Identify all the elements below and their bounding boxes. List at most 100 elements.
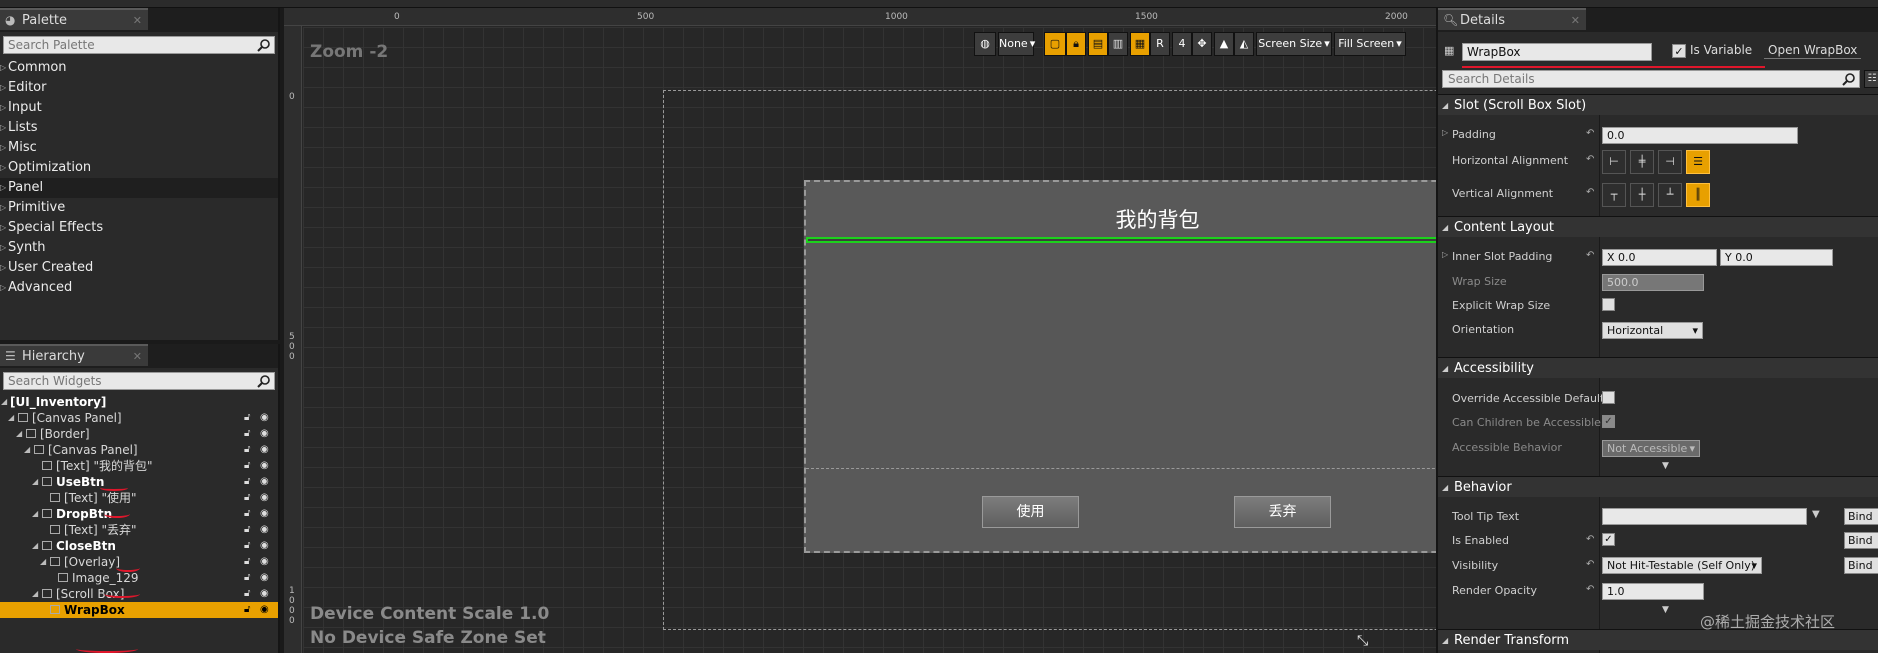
tooltip-bind-button[interactable]: Bind — [1844, 508, 1878, 525]
collapse-arrow-icon[interactable]: ◢ — [1, 397, 10, 406]
section-accessibility[interactable]: Accessibility — [1438, 357, 1878, 379]
explicit-wrap-checkbox[interactable] — [1602, 298, 1615, 311]
eye-icon[interactable]: ◉ — [260, 444, 272, 455]
collapse-arrow-icon[interactable]: ◢ — [32, 509, 41, 518]
valign-top-button[interactable]: ┬ — [1602, 183, 1626, 207]
reset-icon[interactable]: ↶ — [1586, 534, 1596, 545]
palette-search-input[interactable]: Search Palette — [3, 36, 275, 54]
advanced-expand-icon[interactable]: ▼ — [1662, 605, 1669, 615]
localization-dropdown[interactable]: None — [998, 32, 1034, 56]
tab-palette[interactable]: ◕ Palette ✕ — [0, 8, 148, 30]
fill-screen-dropdown[interactable]: Fill Screen — [1334, 32, 1406, 56]
orientation-dropdown[interactable]: Horizontal — [1602, 322, 1703, 339]
lock-icon[interactable]: 🔓︎ — [244, 460, 254, 471]
grid-size-button[interactable]: 4 — [1172, 32, 1192, 56]
close-icon[interactable]: ✕ — [133, 10, 142, 32]
align-center-button[interactable]: ╪ — [1630, 150, 1654, 174]
valign-bottom-button[interactable]: ┴ — [1658, 183, 1682, 207]
select-mode-icon[interactable]: ▢ — [1044, 32, 1066, 56]
collapse-arrow-icon[interactable]: ◢ — [8, 413, 17, 422]
tree-item[interactable]: ◢ DropBtn 🔓︎ ◉ — [0, 506, 278, 522]
eye-icon[interactable]: ◉ — [260, 524, 272, 535]
rotation-toggle-button[interactable]: R — [1150, 32, 1170, 56]
visibility-bind-button[interactable]: Bind — [1844, 557, 1878, 574]
section-slot[interactable]: Slot (Scroll Box Slot) — [1438, 94, 1878, 116]
is-enabled-checkbox[interactable]: ✓ — [1602, 533, 1615, 546]
tree-item[interactable]: ◢ [Canvas Panel] 🔓︎ ◉ — [0, 442, 278, 458]
collapse-arrow-icon[interactable]: ◢ — [16, 429, 25, 438]
section-behavior[interactable]: Behavior — [1438, 476, 1878, 498]
inner-slot-y-input[interactable]: Y 0.0 — [1720, 249, 1833, 266]
align-fill-button[interactable]: ☰ — [1686, 150, 1710, 174]
reset-icon[interactable]: ↶ — [1586, 250, 1596, 261]
eye-icon[interactable]: ◉ — [260, 556, 272, 567]
collapse-arrow-icon[interactable]: ◢ — [32, 541, 41, 550]
valign-fill-button[interactable]: ║ — [1686, 183, 1710, 207]
visibility-dropdown[interactable]: Not Hit-Testable (Self Only) — [1602, 557, 1762, 574]
tree-item[interactable]: ◢ UseBtn 🔓︎ ◉ — [0, 474, 278, 490]
reset-icon[interactable]: ↶ — [1586, 154, 1596, 165]
collapse-arrow-icon[interactable]: ◢ — [40, 557, 49, 566]
eye-icon[interactable]: ◉ — [260, 476, 272, 487]
lock-icon[interactable]: 🔓︎ — [244, 476, 254, 487]
collapse-arrow-icon[interactable]: ◢ — [32, 589, 41, 598]
tree-item[interactable]: ◢ CloseBtn 🔓︎ ◉ — [0, 538, 278, 554]
respect-locks-icon[interactable]: ▥ — [1108, 32, 1128, 56]
enabled-bind-button[interactable]: Bind — [1844, 532, 1878, 549]
eye-icon[interactable]: ◉ — [260, 508, 272, 519]
use-button[interactable]: 使用 — [982, 496, 1079, 528]
collapse-arrow-icon[interactable]: ◢ — [24, 445, 33, 454]
palette-category[interactable]: Panel — [0, 178, 278, 198]
lock-icon[interactable]: 🔓︎ — [244, 588, 254, 599]
lock-icon[interactable]: 🔓︎ — [244, 412, 254, 423]
palette-category[interactable]: Advanced — [0, 278, 278, 298]
inventory-dialog[interactable]: 我的背包 使用 丢弃 — [804, 180, 1436, 553]
drop-button[interactable]: 丢弃 — [1234, 496, 1331, 528]
render-opacity-input[interactable]: 1.0 — [1602, 583, 1704, 600]
tree-item[interactable]: ◢ [Border] 🔓︎ ◉ — [0, 426, 278, 442]
transform-icon[interactable]: ✥ — [1192, 32, 1212, 56]
palette-category[interactable]: Input — [0, 98, 278, 118]
lock-icon[interactable]: 🔓︎ — [244, 508, 254, 519]
palette-category[interactable]: Misc — [0, 138, 278, 158]
widget-name-input[interactable]: WrapBox — [1462, 43, 1652, 61]
lock-icon[interactable]: 🔓︎ — [244, 572, 254, 583]
palette-category[interactable]: Optimization — [0, 158, 278, 178]
eye-icon[interactable]: ◉ — [260, 540, 272, 551]
palette-category[interactable]: Special Effects — [0, 218, 278, 238]
lock-icon[interactable]: 🔓︎ — [244, 556, 254, 567]
lock-icon[interactable]: 🔓︎ — [244, 492, 254, 503]
scroll-box[interactable] — [806, 243, 1436, 469]
lock-icon[interactable]: 🔓︎ — [244, 524, 254, 535]
close-icon[interactable]: ✕ — [1571, 10, 1580, 32]
collapse-arrow-icon[interactable]: ◢ — [32, 477, 41, 486]
valign-center-button[interactable]: ┼ — [1630, 183, 1654, 207]
tooltip-input[interactable] — [1602, 508, 1807, 525]
tree-item[interactable]: [Text] "我的背包" 🔓︎ ◉ — [0, 458, 278, 474]
tree-item[interactable]: WrapBox 🔓︎ ◉ — [0, 602, 278, 618]
eye-icon[interactable]: ◉ — [260, 492, 272, 503]
layout-icon[interactable]: ▤ — [1088, 32, 1108, 56]
eye-icon[interactable]: ◉ — [260, 604, 272, 615]
eye-icon[interactable]: ◉ — [260, 412, 272, 423]
palette-category[interactable]: User Created — [0, 258, 278, 278]
eye-icon[interactable]: ◉ — [260, 460, 272, 471]
advanced-expand-icon[interactable]: ▼ — [1662, 461, 1669, 471]
inner-slot-x-input[interactable]: X 0.0 — [1602, 249, 1717, 266]
screen-size-dropdown[interactable]: Screen Size — [1256, 32, 1332, 56]
tab-hierarchy[interactable]: ☰ Hierarchy ✕ — [0, 344, 148, 366]
palette-category[interactable]: Common — [0, 58, 278, 78]
tree-item[interactable]: [Text] "丢弃" 🔓︎ ◉ — [0, 522, 278, 538]
palette-category[interactable]: Lists — [0, 118, 278, 138]
resize-handle-icon[interactable]: ⤡ — [1357, 633, 1368, 649]
reset-icon[interactable]: ↶ — [1586, 559, 1596, 570]
lock-icon[interactable]: 🔓︎ — [244, 428, 254, 439]
palette-category[interactable]: Primitive — [0, 198, 278, 218]
designer-viewport[interactable]: 0 500 1000 1500 2000 0 5 0 0 1 0 0 0 Zoo… — [284, 8, 1436, 653]
section-render-transform[interactable]: Render Transform — [1438, 629, 1878, 651]
tree-root[interactable]: ◢ [UI_Inventory] — [0, 394, 278, 410]
details-search-input[interactable]: Search Details — [1442, 70, 1860, 88]
override-accessible-checkbox[interactable] — [1602, 391, 1615, 404]
hierarchy-search-input[interactable]: Search Widgets — [3, 372, 275, 390]
reset-icon[interactable]: ↶ — [1586, 128, 1596, 139]
